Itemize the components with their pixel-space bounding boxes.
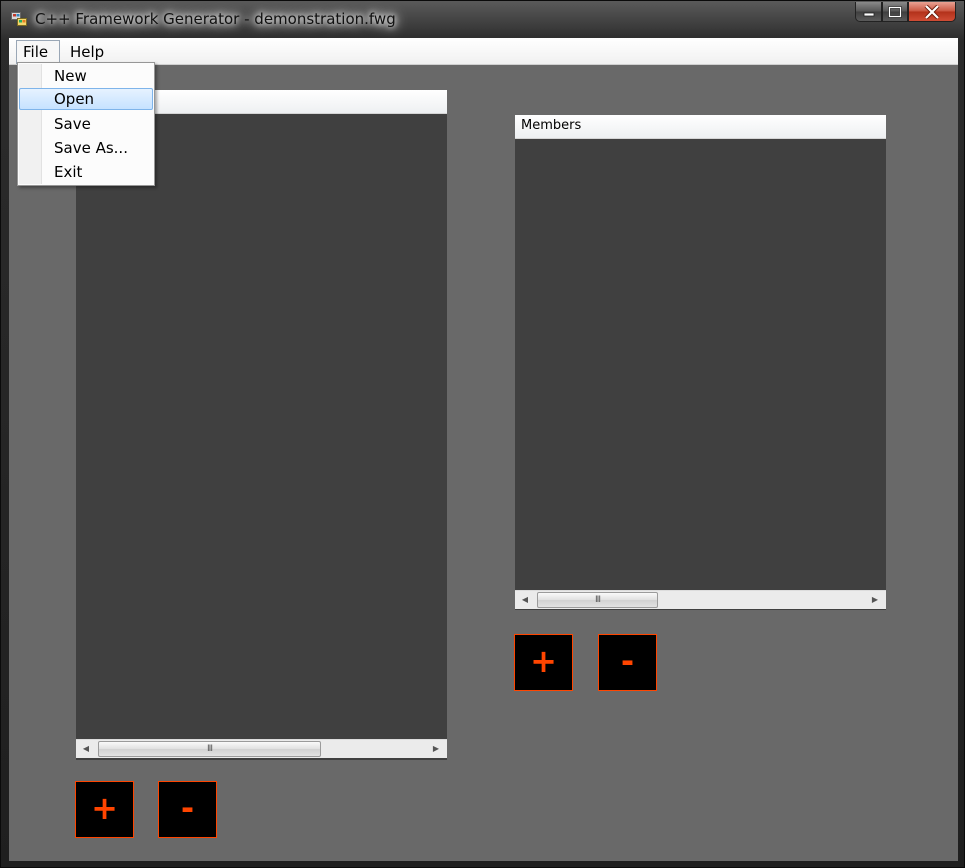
members-list-hscrollbar[interactable]: ◀ III ▶ bbox=[515, 590, 886, 609]
close-button[interactable] bbox=[908, 2, 956, 22]
chevron-left-icon[interactable]: ◀ bbox=[516, 591, 534, 609]
members-list-panel[interactable]: Members ◀ III ▶ bbox=[515, 115, 886, 610]
close-icon bbox=[924, 4, 940, 19]
menu-help[interactable]: Help bbox=[64, 40, 110, 64]
maximize-icon bbox=[888, 5, 902, 18]
classes-list-panel[interactable]: ◀ III ▶ bbox=[76, 90, 447, 760]
scrollbar-thumb[interactable]: III bbox=[537, 592, 658, 608]
menu-file[interactable]: File bbox=[16, 40, 60, 64]
menu-item-save[interactable]: Save bbox=[19, 113, 153, 135]
chevron-left-icon[interactable]: ◀ bbox=[77, 740, 95, 758]
add-class-button[interactable]: + bbox=[75, 781, 134, 838]
chevron-right-icon[interactable]: ▶ bbox=[866, 591, 884, 609]
scrollbar-thumb[interactable]: III bbox=[98, 741, 321, 757]
remove-class-button[interactable]: - bbox=[158, 781, 217, 838]
maximize-button[interactable] bbox=[882, 2, 908, 22]
title-bar[interactable]: C++ Framework Generator - demonstration.… bbox=[1, 1, 964, 37]
app-window: C++ Framework Generator - demonstration.… bbox=[0, 0, 965, 868]
menu-item-exit[interactable]: Exit bbox=[19, 161, 153, 183]
app-icon[interactable] bbox=[11, 11, 27, 27]
minimize-icon bbox=[863, 12, 874, 16]
chevron-right-icon[interactable]: ▶ bbox=[427, 740, 445, 758]
members-list-header[interactable]: Members bbox=[515, 115, 886, 139]
menu-bar: File Help bbox=[9, 38, 958, 65]
caption-buttons bbox=[855, 2, 956, 22]
minimize-button[interactable] bbox=[855, 2, 882, 22]
file-menu-dropdown: New Open Save Save As... Exit bbox=[17, 62, 155, 186]
add-member-button[interactable]: + bbox=[514, 634, 573, 691]
classes-list-hscrollbar[interactable]: ◀ III ▶ bbox=[76, 739, 447, 758]
window-title: C++ Framework Generator - demonstration.… bbox=[35, 10, 396, 28]
menu-item-open[interactable]: Open bbox=[19, 88, 153, 110]
menu-item-save-as[interactable]: Save As... bbox=[19, 137, 153, 159]
menu-item-new[interactable]: New bbox=[19, 65, 153, 87]
remove-member-button[interactable]: - bbox=[598, 634, 657, 691]
